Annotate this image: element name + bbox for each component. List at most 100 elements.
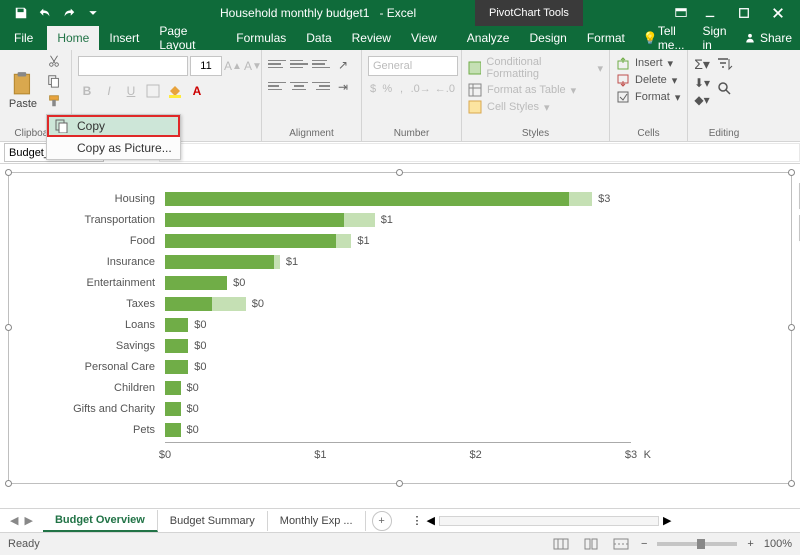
zoom-level[interactable]: 100% [764,538,792,550]
number-format-select[interactable]: General [368,56,458,76]
bar-segment[interactable] [165,360,188,374]
align-bottom-icon[interactable] [312,56,330,72]
zoom-out-icon[interactable]: − [641,538,647,550]
paste-button[interactable]: Paste [6,52,40,128]
chart-plot-area[interactable]: Housing$3Transportation$1Food$1Insurance… [165,189,631,443]
align-top-icon[interactable] [268,56,286,72]
align-middle-icon[interactable] [290,56,308,72]
find-select-icon[interactable] [716,80,734,101]
tab-analyze[interactable]: Analyze [457,26,520,50]
copy-dropdown-icon[interactable] [44,72,64,90]
maximize-button[interactable] [728,3,760,23]
bar-row[interactable]: Pets$0 [165,420,631,440]
bar-segment[interactable] [274,255,280,269]
bar-row[interactable]: Savings$0 [165,336,631,356]
minimize-button[interactable] [694,3,726,23]
tab-page-layout[interactable]: Page Layout [149,26,226,50]
bar-segment[interactable] [344,213,375,227]
bar-row[interactable]: Loans$0 [165,315,631,335]
orientation-icon[interactable]: ↗ [334,56,352,74]
bar-segment[interactable] [165,213,344,227]
page-break-view-icon[interactable] [611,536,631,552]
sheet-nav-next-icon[interactable]: ▶ [24,514,32,527]
bar-segment[interactable] [569,192,592,206]
clear-icon[interactable]: ◆▾ [694,93,709,107]
bar-segment[interactable] [165,234,336,248]
sheet-nav-prev-icon[interactable]: ◀ [10,514,18,527]
new-sheet-button[interactable]: + [372,511,392,531]
italic-button[interactable]: I [100,82,118,100]
tab-design[interactable]: Design [519,26,576,50]
copy-menu-item[interactable]: Copy [47,115,180,137]
ribbon-display-icon[interactable] [670,2,692,24]
sheet-tab-monthly-exp[interactable]: Monthly Exp ... [268,511,366,531]
underline-button[interactable]: U [122,82,140,100]
tell-me[interactable]: 💡 Tell me... [635,24,695,52]
percent-icon[interactable]: % [382,80,392,98]
redo-icon[interactable] [58,2,80,24]
tab-data[interactable]: Data [296,26,341,50]
delete-cells-button[interactable]: Delete ▾ [616,73,681,87]
hscroll-right-icon[interactable]: ▶ [663,514,671,527]
align-left-icon[interactable] [268,78,286,94]
comma-icon[interactable]: , [396,80,406,98]
bar-row[interactable]: Entertainment$0 [165,273,631,293]
share-button[interactable]: Share [736,31,800,45]
bar-segment[interactable] [336,234,352,248]
tab-file[interactable]: File [0,26,47,50]
fill-icon[interactable]: ⬇▾ [694,76,710,90]
bar-row[interactable]: Food$1 [165,231,631,251]
bar-row[interactable]: Gifts and Charity$0 [165,399,631,419]
bar-row[interactable]: Taxes$0 [165,294,631,314]
pivot-chart[interactable]: Housing$3Transportation$1Food$1Insurance… [8,172,792,484]
bar-segment[interactable] [165,423,181,437]
font-color-icon[interactable]: A [188,82,206,100]
close-button[interactable] [762,3,794,23]
bar-segment[interactable] [212,297,246,311]
tab-formulas[interactable]: Formulas [226,26,296,50]
zoom-slider[interactable] [657,542,737,546]
sheet-tab-budget-summary[interactable]: Budget Summary [158,511,268,531]
zoom-in-icon[interactable]: + [747,538,753,550]
tab-review[interactable]: Review [342,26,401,50]
page-layout-view-icon[interactable] [581,536,601,552]
undo-icon[interactable] [34,2,56,24]
bar-segment[interactable] [165,318,188,332]
bar-row[interactable]: Children$0 [165,378,631,398]
increase-decimal-icon[interactable]: .0→ [411,80,431,98]
bar-row[interactable]: Personal Care$0 [165,357,631,377]
currency-icon[interactable]: $ [368,80,378,98]
sign-in[interactable]: Sign in [695,24,736,52]
bar-row[interactable]: Housing$3 [165,189,631,209]
bar-row[interactable]: Insurance$1 [165,252,631,272]
bold-button[interactable]: B [78,82,96,100]
bar-segment[interactable] [165,192,569,206]
bar-segment[interactable] [165,255,274,269]
tab-format[interactable]: Format [577,26,635,50]
sheet-tab-budget-overview[interactable]: Budget Overview [43,510,158,532]
cut-icon[interactable] [44,52,64,70]
insert-cells-button[interactable]: Insert ▾ [616,56,681,70]
decrease-decimal-icon[interactable]: ←.0 [435,80,455,98]
normal-view-icon[interactable] [551,536,571,552]
tab-insert[interactable]: Insert [99,26,149,50]
conditional-formatting-button[interactable]: Conditional Formatting ▾ [468,56,603,80]
tab-view[interactable]: View [401,26,447,50]
bar-segment[interactable] [165,276,227,290]
copy-as-picture-menu-item[interactable]: Copy as Picture... [47,137,180,159]
increase-font-icon[interactable]: A▲ [224,57,242,75]
bar-segment[interactable] [165,297,212,311]
save-icon[interactable] [10,2,32,24]
indent-icon[interactable]: ⇥ [334,78,352,96]
bar-segment[interactable] [165,402,181,416]
borders-icon[interactable] [144,82,162,100]
fill-color-icon[interactable] [166,82,184,100]
qat-customize-icon[interactable] [82,2,104,24]
decrease-font-icon[interactable]: A▼ [244,57,262,75]
hscroll-left-icon[interactable]: ◀ [427,514,435,527]
align-center-icon[interactable] [290,78,308,94]
autosum-icon[interactable]: Σ▾ [694,56,710,73]
align-right-icon[interactable] [312,78,330,94]
sort-filter-icon[interactable] [716,56,734,77]
bar-row[interactable]: Transportation$1 [165,210,631,230]
